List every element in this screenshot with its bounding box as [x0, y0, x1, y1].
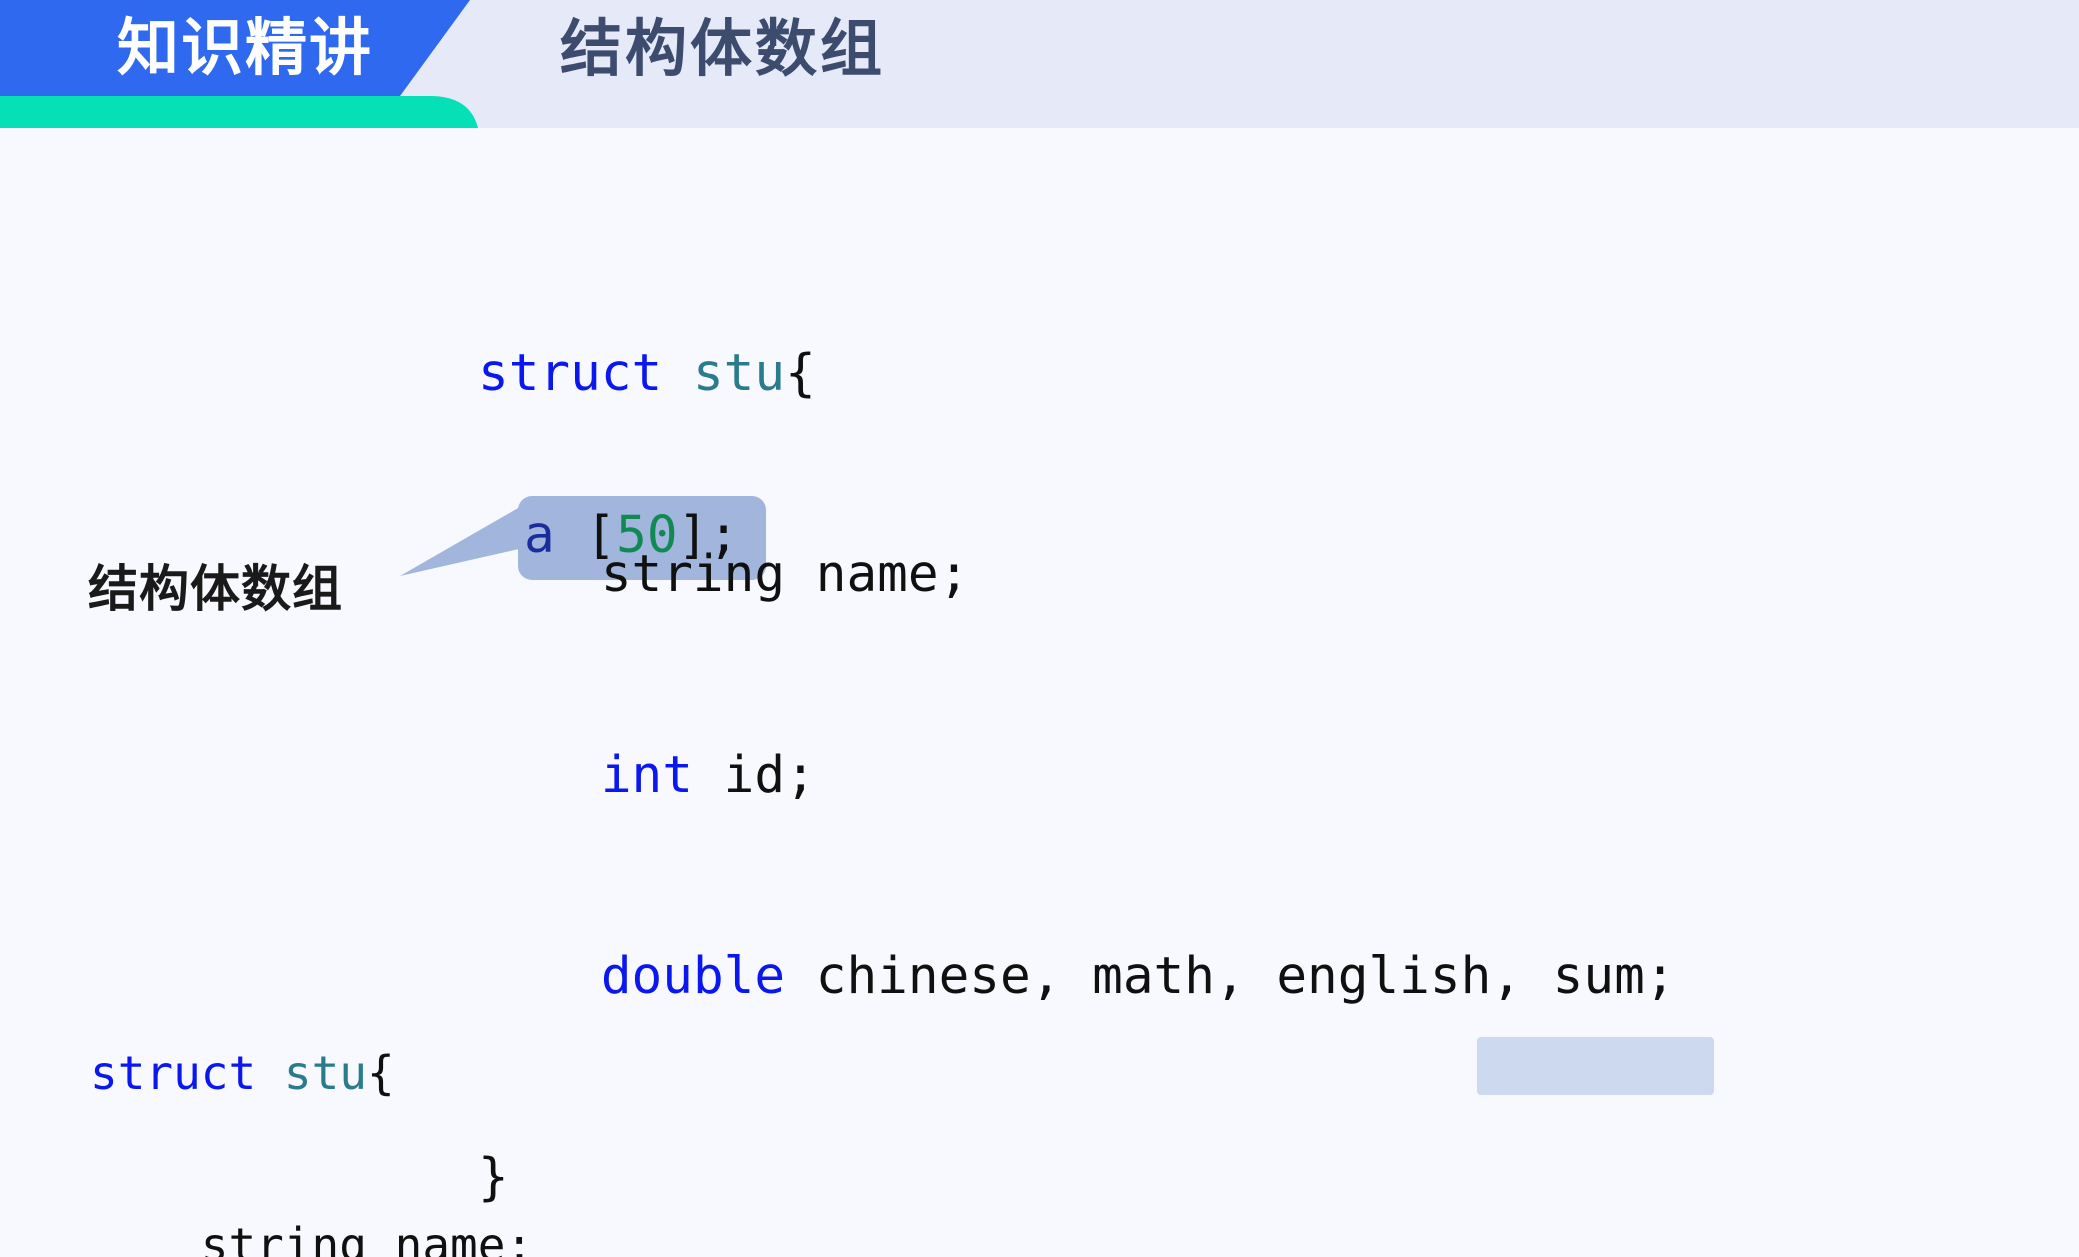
bracket-close: ]	[677, 506, 709, 565]
close-brace-struct: }	[478, 1148, 509, 1207]
callout-label: 结构体数组	[88, 561, 343, 617]
page-title: 结构体数组	[560, 15, 886, 84]
header-badge-label: 知识精讲	[116, 14, 373, 83]
identifier-a: a	[524, 506, 586, 565]
keyword-int: int	[600, 746, 693, 805]
open-brace: {	[785, 344, 816, 403]
array-size: 50	[616, 506, 678, 565]
open-brace: {	[366, 1046, 395, 1100]
member-scores: chinese, math, english, sum;	[785, 947, 1676, 1006]
keyword-struct: struct	[478, 344, 663, 403]
keyword-struct: struct	[90, 1046, 257, 1100]
member-id: id;	[692, 746, 816, 805]
type-stu: stu	[692, 344, 786, 403]
array-declaration-text: a [50];	[524, 498, 739, 573]
slide-root: 知识精讲 结构体数组 struct stu{ string name; int …	[0, 0, 2079, 1257]
code-line: double chinese, math, english, sum;	[478, 939, 2079, 1006]
code-line: int id;	[478, 738, 2079, 805]
slide-header: 知识精讲 结构体数组	[0, 0, 2079, 128]
main-code-block: struct stu{ string name; int id; double …	[478, 186, 2079, 1257]
code-line: }	[478, 1140, 2079, 1207]
header-accent-strip	[0, 96, 478, 128]
member-string-name: string name;	[90, 1218, 534, 1257]
semicolon: ;	[708, 506, 739, 565]
bracket-open: [	[585, 506, 617, 565]
keyword-double: double	[600, 947, 786, 1006]
type-stu: stu	[283, 1046, 367, 1100]
code-line: struct stu{	[478, 336, 2079, 403]
